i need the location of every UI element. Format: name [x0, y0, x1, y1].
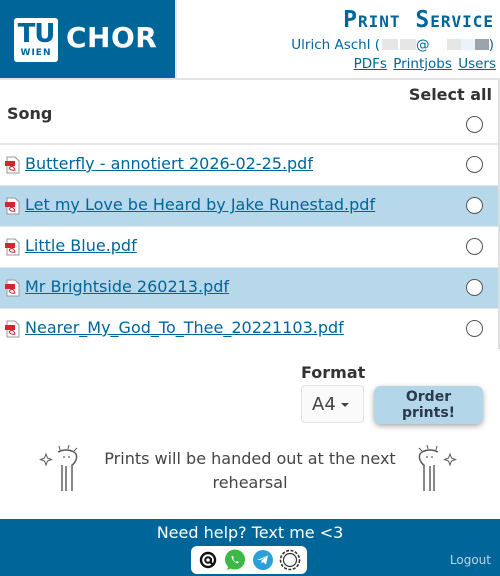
pdf-file-icon — [5, 197, 20, 215]
table-row: Mr Brightside 260213.pdf — [0, 268, 498, 309]
redacted-email-part — [382, 39, 399, 50]
redacted-email-part — [460, 39, 475, 50]
nav-link-printjobs[interactable]: Printjobs — [393, 56, 452, 72]
footer: Need help? Text me <3 Logout — [0, 519, 500, 576]
nav-links: PDFs Printjobs Users — [352, 56, 496, 72]
nav-link-pdfs[interactable]: PDFs — [354, 56, 387, 72]
user-info: Ulrich Aschl ( @ ) — [291, 37, 494, 53]
user-name: Ulrich Aschl ( — [291, 37, 381, 53]
tu-wien-badge: TU WIEN — [14, 18, 58, 62]
file-link[interactable]: Let my Love be Heard by Jake Runestad.pd… — [25, 195, 375, 215]
help-text: Need help? Text me <3 — [156, 523, 344, 542]
page-title: Print Service — [343, 7, 494, 33]
logo-tu-text: TU — [17, 19, 56, 49]
caret-down-icon — [341, 403, 349, 407]
table-row: Little Blue.pdf — [0, 227, 498, 268]
telegram-icon[interactable] — [251, 548, 275, 572]
table-row: Let my Love be Heard by Jake Runestad.pd… — [0, 186, 498, 227]
row-select-radio[interactable] — [466, 279, 483, 296]
file-link[interactable]: Mr Brightside 260213.pdf — [25, 277, 229, 297]
row-select-radio[interactable] — [466, 197, 483, 214]
redacted-email-part — [474, 39, 489, 50]
header: TU WIEN CHOR Print Service Ulrich Aschl … — [0, 0, 500, 78]
logout-link[interactable]: Logout — [450, 553, 491, 567]
logo-chor-text: CHOR — [66, 21, 158, 54]
column-header-select-all: Select all — [408, 85, 492, 104]
table-row: Butterfly - annotiert 2026-02-25.pdf — [0, 145, 498, 186]
signal-icon[interactable] — [278, 548, 302, 572]
redacted-email-part — [400, 39, 417, 50]
redacted-email-part — [446, 39, 461, 50]
sparkle-figure-icon — [39, 444, 78, 491]
row-select-radio[interactable] — [466, 156, 483, 173]
order-prints-button[interactable]: Order prints! — [374, 386, 483, 424]
pdf-file-icon — [5, 156, 20, 174]
song-table: Song Select all Butterfly - annotiert 20… — [0, 80, 500, 349]
logo-wien-text: WIEN — [20, 48, 52, 58]
user-close: ) — [488, 37, 494, 53]
file-link[interactable]: Nearer_My_God_To_Thee_20221103.pdf — [25, 318, 344, 338]
sparkle-figure-icon — [418, 444, 457, 491]
file-link[interactable]: Butterfly - annotiert 2026-02-25.pdf — [25, 154, 313, 174]
format-label: Format — [301, 363, 366, 382]
row-select-radio[interactable] — [466, 320, 483, 337]
column-header-song: Song — [7, 104, 53, 123]
select-all-radio[interactable] — [466, 116, 483, 133]
pdf-file-icon — [5, 238, 20, 256]
pickup-notice: Prints will be handed out at the next re… — [104, 449, 396, 492]
row-select-radio[interactable] — [466, 238, 483, 255]
format-selected-value: A4 — [312, 394, 336, 415]
nav-link-users[interactable]: Users — [458, 56, 496, 72]
user-at: @ — [416, 37, 430, 53]
table-row: Nearer_My_God_To_Thee_20221103.pdf — [0, 309, 498, 349]
email-icon[interactable] — [196, 548, 220, 572]
pdf-file-icon — [5, 320, 20, 338]
format-select[interactable]: A4 — [301, 385, 364, 423]
table-header: Song Select all — [0, 80, 498, 145]
file-link[interactable]: Little Blue.pdf — [25, 236, 137, 256]
tu-chor-logo[interactable]: TU WIEN CHOR — [0, 0, 177, 78]
pdf-file-icon — [5, 279, 20, 297]
contact-icons — [191, 546, 307, 574]
whatsapp-icon[interactable] — [223, 548, 247, 572]
